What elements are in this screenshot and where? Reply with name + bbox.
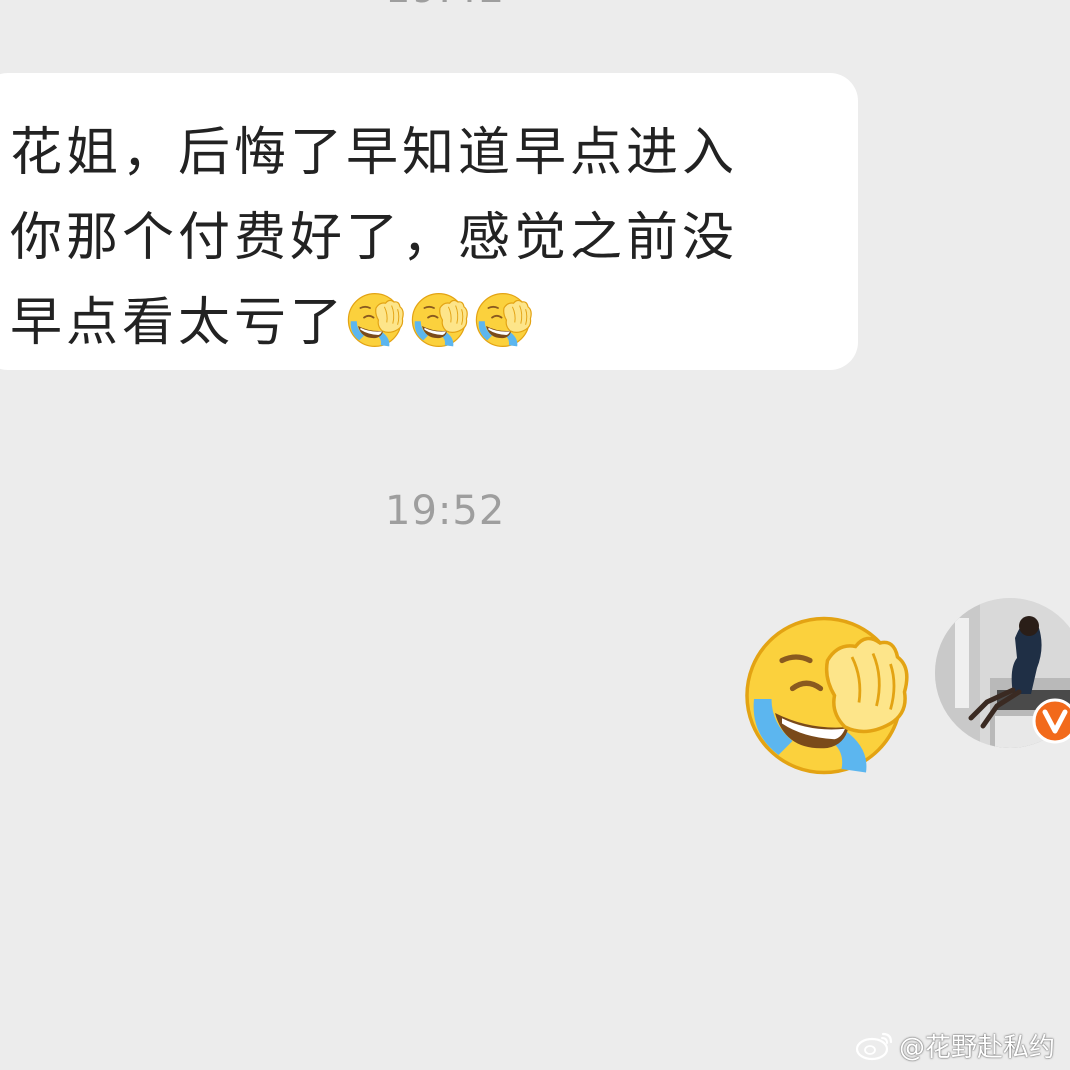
weibo-icon: [855, 1032, 893, 1061]
facepalm-emoji-icon: [410, 290, 470, 350]
outgoing-facepalm-emoji-icon[interactable]: [740, 608, 915, 783]
message-line-3-wrap: 早点看太亏了: [10, 281, 840, 366]
chat-view: 19:42 花姐，后悔了早知道早点进入 你那个付费好了，感觉之前没 早点看太亏了…: [0, 0, 1070, 1070]
timestamp-top: 19:42: [385, 0, 505, 12]
timestamp-mid: 19:52: [385, 488, 506, 534]
facepalm-emoji-icon: [474, 290, 534, 350]
message-line-3: 早点看太亏了: [10, 293, 347, 353]
message-text: 花姐，后悔了早知道早点进入 你那个付费好了，感觉之前没 早点看太亏了: [10, 111, 840, 366]
message-line-2: 你那个付费好了，感觉之前没: [10, 208, 739, 268]
watermark-text: @花野赴私约: [899, 1032, 1056, 1063]
incoming-message-bubble[interactable]: 花姐，后悔了早知道早点进入 你那个付费好了，感觉之前没 早点看太亏了: [0, 73, 858, 370]
message-line-1: 花姐，后悔了早知道早点进入: [10, 123, 739, 183]
verified-v-icon: [1032, 698, 1070, 744]
watermark: @花野赴私约: [855, 1025, 1055, 1065]
facepalm-emoji-icon: [346, 290, 406, 350]
